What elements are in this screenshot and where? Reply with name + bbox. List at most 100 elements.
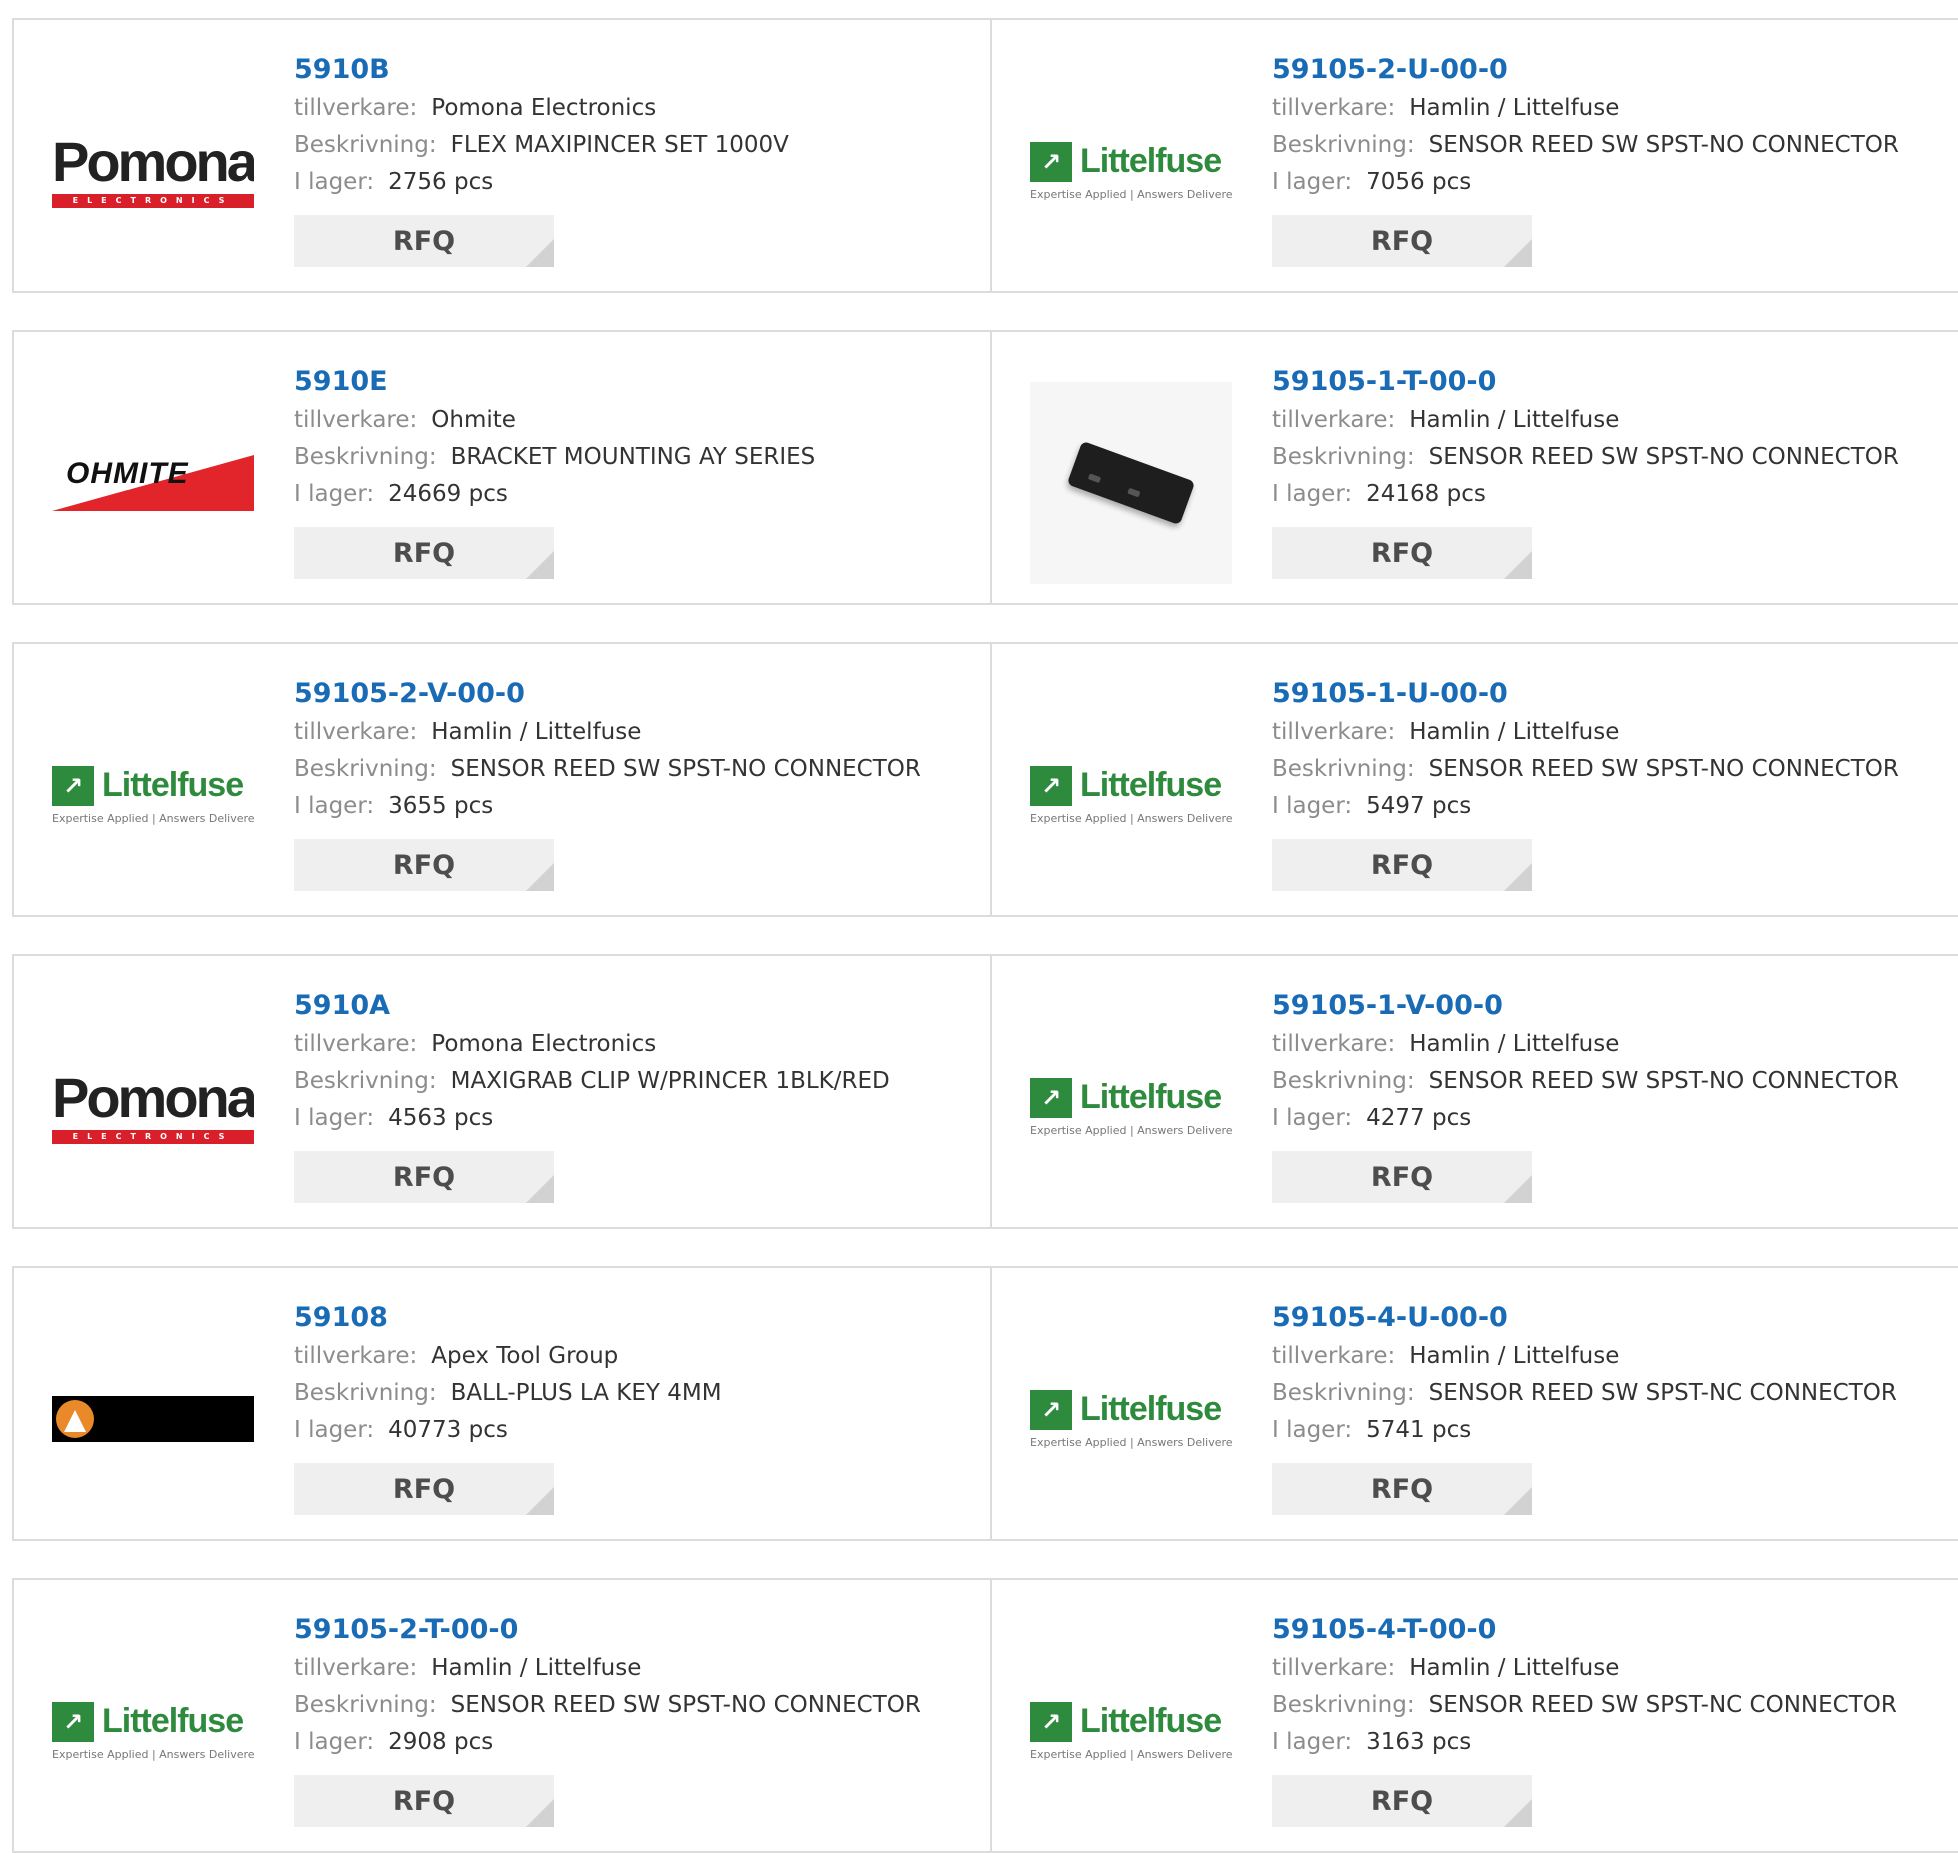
apex-logo bbox=[52, 1396, 254, 1442]
stock-value: 3655 pcs bbox=[388, 793, 494, 819]
part-number-link[interactable]: 5910A bbox=[294, 986, 970, 1026]
rfq-button[interactable]: RFQ bbox=[1272, 1463, 1532, 1515]
rfq-button-label: RFQ bbox=[392, 1473, 456, 1505]
manufacturer-value: Hamlin / Littelfuse bbox=[1409, 1031, 1620, 1057]
stock-value: 2756 pcs bbox=[388, 169, 494, 195]
rfq-button[interactable]: RFQ bbox=[294, 1775, 554, 1827]
pomona-logo-subtitle: ELECTRONICS bbox=[52, 194, 254, 208]
rfq-button-label: RFQ bbox=[1370, 1785, 1434, 1817]
littelfuse-logo: ↗ Littelfuse Expertise Applied | Answers D… bbox=[1030, 1077, 1232, 1137]
product-stock-line: I lager: 2756 pcs bbox=[294, 164, 970, 201]
littelfuse-emblem-icon: ↗ bbox=[1030, 1701, 1072, 1742]
product-row: Pomona. ELECTRONICS 5910B tillverkare: Pomon… bbox=[12, 18, 1958, 293]
description-label: Beskrivning: bbox=[1272, 444, 1415, 470]
rfq-button[interactable]: RFQ bbox=[1272, 1151, 1532, 1203]
part-number-link[interactable]: 59105-4-T-00-0 bbox=[1272, 1610, 1938, 1650]
rfq-button[interactable]: RFQ bbox=[294, 1151, 554, 1203]
description-label: Beskrivning: bbox=[1272, 1380, 1415, 1406]
manufacturer-logo: Pomona. ELECTRONICS bbox=[52, 1006, 254, 1208]
part-number-link[interactable]: 59105-1-T-00-0 bbox=[1272, 362, 1938, 402]
part-number-link[interactable]: 59105-1-U-00-0 bbox=[1272, 674, 1938, 714]
description-label: Beskrivning: bbox=[294, 756, 437, 782]
product-info: 59105-1-T-00-0 tillverkare: Hamlin / Litte… bbox=[1272, 362, 1938, 579]
part-number-link[interactable]: 5910B bbox=[294, 50, 970, 90]
stock-value: 24168 pcs bbox=[1366, 481, 1486, 507]
littelfuse-logo-word: Littelfuse bbox=[1080, 1702, 1222, 1740]
rfq-button[interactable]: RFQ bbox=[1272, 1775, 1532, 1827]
pomona-logo: Pomona. ELECTRONICS bbox=[52, 1070, 254, 1144]
product-card: ↗ Littelfuse Expertise Applied | Answers D… bbox=[990, 1580, 1958, 1851]
corner-fold-icon bbox=[526, 1799, 554, 1827]
rfq-button[interactable]: RFQ bbox=[294, 215, 554, 267]
manufacturer-value: Pomona Electronics bbox=[431, 95, 657, 121]
description-value: SENSOR REED SW SPST-NO CONNECTOR bbox=[1428, 444, 1899, 470]
product-row: ↗ Littelfuse Expertise Applied | Answers D… bbox=[12, 642, 1958, 917]
product-description-line: Beskrivning: MAXIGRAB CLIP W/PRINCER 1BLK… bbox=[294, 1063, 970, 1100]
product-stock-line: I lager: 3163 pcs bbox=[1272, 1724, 1938, 1761]
part-number-link[interactable]: 59105-2-T-00-0 bbox=[294, 1610, 970, 1650]
part-number-link[interactable]: 59105-2-U-00-0 bbox=[1272, 50, 1938, 90]
product-stock-line: I lager: 4277 pcs bbox=[1272, 1100, 1938, 1137]
corner-fold-icon bbox=[1504, 239, 1532, 267]
pomona-logo-subtitle: ELECTRONICS bbox=[52, 1130, 254, 1144]
product-info: 59105-2-U-00-0 tillverkare: Hamlin / Litte… bbox=[1272, 50, 1938, 267]
littelfuse-logo-tagline: Expertise Applied | Answers Delivered bbox=[52, 811, 254, 825]
product-manufacturer-line: tillverkare: Hamlin / Littelfuse bbox=[1272, 90, 1938, 127]
rfq-button-label: RFQ bbox=[392, 537, 456, 569]
product-description-line: Beskrivning: BALL-PLUS LA KEY 4MM bbox=[294, 1375, 970, 1412]
littelfuse-logo-tagline: Expertise Applied | Answers Delivered bbox=[52, 1747, 254, 1761]
manufacturer-label: tillverkare: bbox=[294, 1655, 418, 1681]
rfq-button[interactable]: RFQ bbox=[294, 839, 554, 891]
product-info: 59105-1-U-00-0 tillverkare: Hamlin / Litte… bbox=[1272, 674, 1938, 891]
part-number-link[interactable]: 59105-2-V-00-0 bbox=[294, 674, 970, 714]
stock-value: 4563 pcs bbox=[388, 1105, 494, 1131]
manufacturer-label: tillverkare: bbox=[1272, 1343, 1396, 1369]
littelfuse-emblem-icon: ↗ bbox=[1030, 1077, 1072, 1118]
manufacturer-value: Hamlin / Littelfuse bbox=[431, 719, 642, 745]
stock-value: 5497 pcs bbox=[1366, 793, 1472, 819]
description-label: Beskrivning: bbox=[1272, 1068, 1415, 1094]
manufacturer-value: Pomona Electronics bbox=[431, 1031, 657, 1057]
manufacturer-logo bbox=[52, 1318, 254, 1520]
rfq-button-label: RFQ bbox=[1370, 1473, 1434, 1505]
product-manufacturer-line: tillverkare: Pomona Electronics bbox=[294, 90, 970, 127]
product-grid: Pomona. ELECTRONICS 5910B tillverkare: Pomon… bbox=[0, 0, 1958, 1853]
product-info: 59105-2-T-00-0 tillverkare: Hamlin / Litte… bbox=[294, 1610, 970, 1827]
manufacturer-value: Hamlin / Littelfuse bbox=[431, 1655, 642, 1681]
part-number-link[interactable]: 59108 bbox=[294, 1298, 970, 1338]
manufacturer-logo bbox=[1030, 382, 1232, 584]
part-number-link[interactable]: 59105-4-U-00-0 bbox=[1272, 1298, 1938, 1338]
stock-label: I lager: bbox=[294, 793, 375, 819]
product-card: ↗ Littelfuse Expertise Applied | Answers D… bbox=[990, 644, 1958, 915]
littelfuse-logo-mark: ↗ Littelfuse bbox=[52, 765, 254, 806]
product-card: ↗ Littelfuse Expertise Applied | Answers D… bbox=[12, 1580, 990, 1851]
corner-fold-icon bbox=[526, 1175, 554, 1203]
rfq-button[interactable]: RFQ bbox=[1272, 215, 1532, 267]
rfq-button[interactable]: RFQ bbox=[294, 1463, 554, 1515]
corner-fold-icon bbox=[1504, 1487, 1532, 1515]
product-description-line: Beskrivning: BRACKET MOUNTING AY SERIES bbox=[294, 439, 970, 476]
part-number-link[interactable]: 5910E bbox=[294, 362, 970, 402]
description-value: SENSOR REED SW SPST-NO CONNECTOR bbox=[1428, 1068, 1899, 1094]
rfq-button[interactable]: RFQ bbox=[1272, 527, 1532, 579]
description-label: Beskrivning: bbox=[1272, 1692, 1415, 1718]
pomona-logo-word: Pomona. bbox=[52, 1066, 254, 1129]
product-card: ↗ Littelfuse Expertise Applied | Answers D… bbox=[990, 956, 1958, 1227]
description-value: SENSOR REED SW SPST-NO CONNECTOR bbox=[450, 756, 921, 782]
description-value: SENSOR REED SW SPST-NC CONNECTOR bbox=[1428, 1380, 1897, 1406]
manufacturer-value: Hamlin / Littelfuse bbox=[1409, 1655, 1620, 1681]
corner-fold-icon bbox=[1504, 551, 1532, 579]
product-stock-line: I lager: 4563 pcs bbox=[294, 1100, 970, 1137]
part-number-link[interactable]: 59105-1-V-00-0 bbox=[1272, 986, 1938, 1026]
littelfuse-logo: ↗ Littelfuse Expertise Applied | Answers D… bbox=[1030, 1389, 1232, 1449]
product-manufacturer-line: tillverkare: Hamlin / Littelfuse bbox=[294, 714, 970, 751]
manufacturer-value: Hamlin / Littelfuse bbox=[1409, 407, 1620, 433]
littelfuse-logo-mark: ↗ Littelfuse bbox=[1030, 765, 1232, 806]
rfq-button[interactable]: RFQ bbox=[1272, 839, 1532, 891]
manufacturer-label: tillverkare: bbox=[294, 1343, 418, 1369]
littelfuse-logo-word: Littelfuse bbox=[102, 1702, 244, 1740]
manufacturer-logo: ↗ Littelfuse Expertise Applied | Answers D… bbox=[1030, 1318, 1232, 1520]
reed-sensor-part bbox=[1066, 440, 1196, 526]
product-description-line: Beskrivning: FLEX MAXIPINCER SET 1000V bbox=[294, 127, 970, 164]
rfq-button[interactable]: RFQ bbox=[294, 527, 554, 579]
